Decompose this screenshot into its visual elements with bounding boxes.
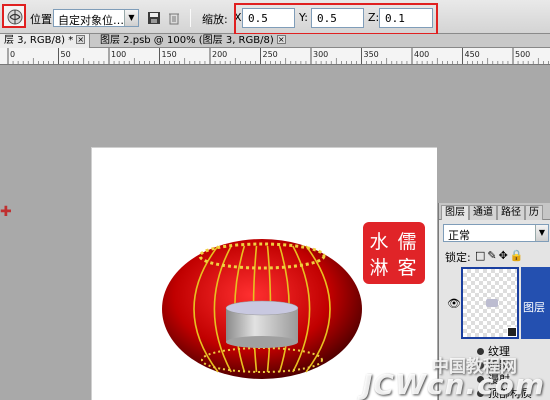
lantern-artwork: 水 儒 淋 客 xyxy=(162,222,425,379)
panel-tab-bar: 图层 通道 路径 历 xyxy=(439,203,550,220)
lock-options-icons[interactable]: □✎✥🔒 xyxy=(475,249,526,262)
ruler-tick-label: 300 xyxy=(313,50,328,59)
ruler-tick-label: 100 xyxy=(111,50,126,59)
tab-layer2-psb[interactable]: 图层 2.psb @ 100% (图层 3, RGB/8) × xyxy=(96,34,290,48)
3d-layer-badge-icon xyxy=(507,327,517,337)
visibility-eye-icon[interactable]: 👁 xyxy=(447,297,461,310)
position-preset-value: 自定对象位… xyxy=(58,14,124,27)
chevron-down-icon[interactable]: ▼ xyxy=(535,225,548,241)
ruler-tick-label: 0 xyxy=(10,50,15,59)
chevron-down-icon[interactable]: ▼ xyxy=(124,10,138,26)
thumbnail-object xyxy=(486,299,498,307)
toolbar-divider xyxy=(190,9,191,27)
document-canvas[interactable]: 水 儒 淋 客 xyxy=(91,147,437,400)
position-preset-select[interactable]: 自定对象位… ▼ xyxy=(53,9,139,27)
tab-layers[interactable]: 图层 xyxy=(441,205,469,220)
delete-position-icon[interactable] xyxy=(166,10,182,26)
tab-channels[interactable]: 通道 xyxy=(469,205,497,220)
lock-label: 锁定: xyxy=(445,251,471,264)
close-icon[interactable]: × xyxy=(76,35,86,44)
seal-stamp: 水 儒 淋 客 xyxy=(363,222,425,284)
document-tab-bar: 层 3, RGB/8) * × 图层 2.psb @ 100% (图层 3, RG… xyxy=(0,34,550,48)
cylinder-3d-object xyxy=(225,300,299,348)
ruler-tick-label: 50 xyxy=(61,50,71,59)
layer-name[interactable]: 图层 xyxy=(521,267,550,339)
canvas-edge-lantern-icon: ✚ xyxy=(0,204,12,220)
watermark-line2: JCWcn.com xyxy=(362,368,546,400)
blend-mode-value: 正常 xyxy=(448,229,470,242)
position-label: 位置: xyxy=(30,13,56,26)
ruler-tick-label: 200 xyxy=(212,50,227,59)
ruler-tick-label: 150 xyxy=(162,50,177,59)
seal-char: 水 xyxy=(369,231,388,253)
layer-thumbnail[interactable] xyxy=(461,267,519,339)
tab-label: 层 3, RGB/8) * xyxy=(4,35,74,46)
seal-char: 儒 xyxy=(397,231,416,253)
tab-paths[interactable]: 路径 xyxy=(497,205,525,220)
blend-mode-select[interactable]: 正常 ▼ xyxy=(443,224,549,242)
seal-char: 淋 xyxy=(369,257,388,279)
ruler-tick-label: 350 xyxy=(364,50,379,59)
save-position-icon[interactable] xyxy=(146,10,162,26)
ruler-tick-label: 450 xyxy=(465,50,480,59)
tab-label: 图层 2.psb @ 100% (图层 3, RGB/8) xyxy=(100,35,274,46)
options-bar: 位置: 自定对象位… ▼ 缩放: X: 0.5 Y: 0.5 Z: 0.1 xyxy=(0,0,550,35)
3d-object-tool-icon[interactable] xyxy=(2,4,26,28)
tab-current-document[interactable]: 层 3, RGB/8) * × xyxy=(0,34,91,48)
ruler-tick-label: 250 xyxy=(263,50,278,59)
ruler-tick-label: 500 xyxy=(515,50,530,59)
close-icon[interactable]: × xyxy=(276,35,286,44)
seal-char: 客 xyxy=(397,257,416,279)
horizontal-ruler: 0 50 100 150 200 250 300 350 400 450 500 xyxy=(0,48,550,65)
ruler-tick-label: 400 xyxy=(414,50,429,59)
tab-history[interactable]: 历 xyxy=(525,205,543,220)
scale-label: 缩放: xyxy=(202,13,228,26)
scale-highlight-frame xyxy=(234,3,438,35)
